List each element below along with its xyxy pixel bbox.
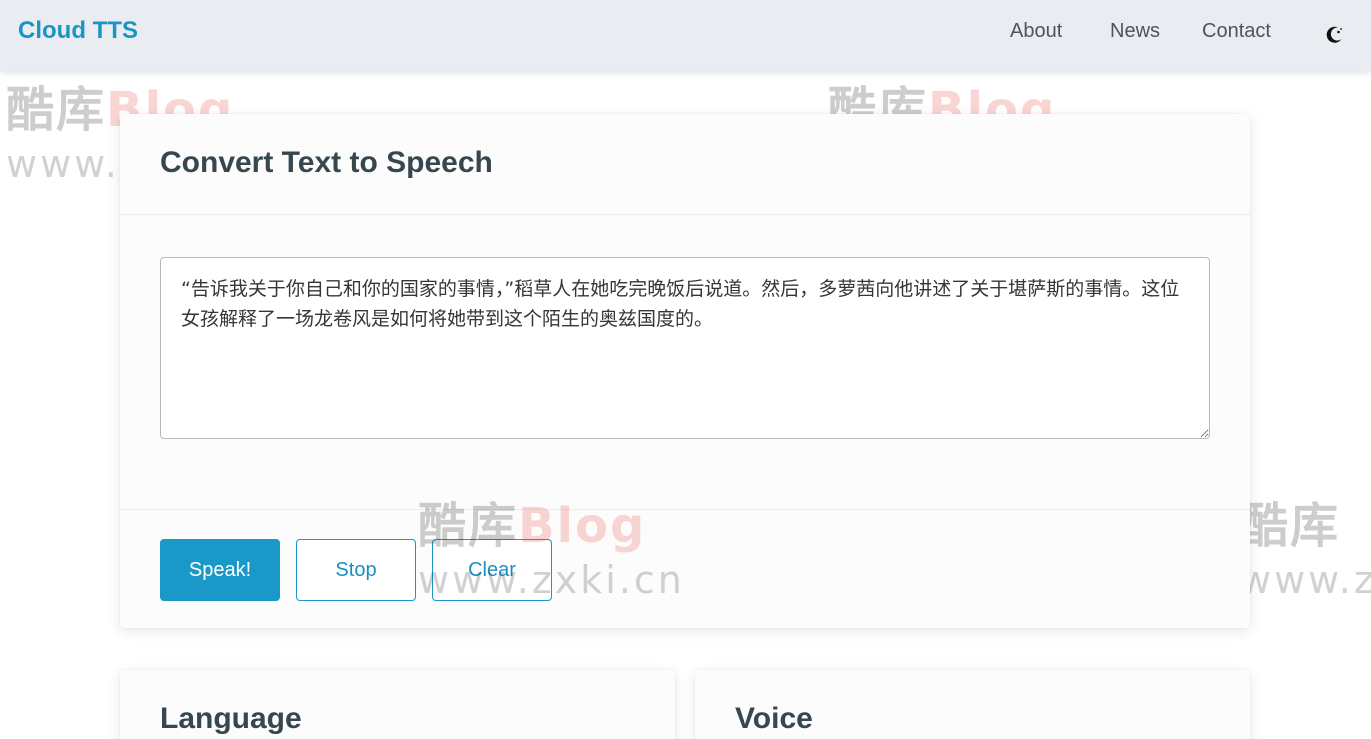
voice-card: Voice xyxy=(695,670,1250,739)
navbar: Cloud TTS About News Contact xyxy=(0,0,1371,71)
voice-title: Voice xyxy=(735,702,813,735)
watermark: 酷库 www.zxki.cn xyxy=(1240,498,1371,602)
speak-button[interactable]: Speak! xyxy=(160,539,280,601)
brand-logo[interactable]: Cloud TTS xyxy=(18,17,138,45)
moon-icon[interactable] xyxy=(1323,24,1345,46)
page-title: Convert Text to Speech xyxy=(160,146,493,179)
nav-link-contact[interactable]: Contact xyxy=(1202,20,1271,43)
text-input[interactable]: “告诉我关于你自己和你的国家的事情，”稻草人在她吃完晚饭后说道。然后，多萝茜向他… xyxy=(160,257,1210,439)
clear-button[interactable]: Clear xyxy=(432,539,552,601)
tts-card: Convert Text to Speech “告诉我关于你自己和你的国家的事情… xyxy=(120,114,1250,628)
language-title: Language xyxy=(160,702,302,735)
nav-link-about[interactable]: About xyxy=(1010,20,1062,43)
stop-button[interactable]: Stop xyxy=(296,539,416,601)
card-header: Convert Text to Speech xyxy=(120,114,1250,215)
card-footer: Speak! Stop Clear xyxy=(120,509,1250,628)
language-card: Language xyxy=(120,670,675,739)
nav-link-news[interactable]: News xyxy=(1110,20,1160,43)
